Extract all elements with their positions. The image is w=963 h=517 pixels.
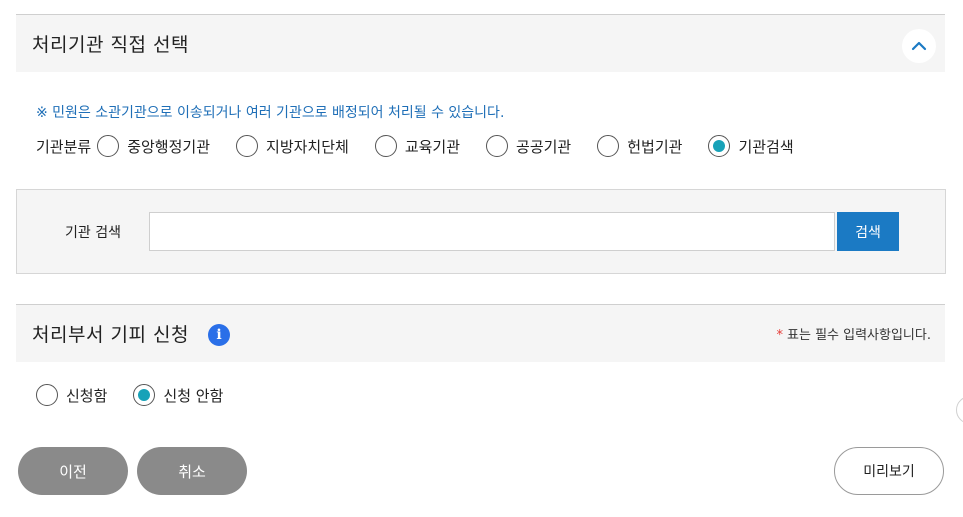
radio-dot [713,140,726,152]
radio-agency-search[interactable]: 기관검색 [708,135,794,157]
floating-circle-button[interactable] [956,396,963,424]
radio-label: 교육기관 [404,137,461,156]
section-title-agency-select: 처리기관 직접 선택 [32,34,189,56]
radio-circle[interactable] [374,135,397,157]
required-note: * 표는 필수 입력사항입니다. [777,324,931,343]
radio-not-apply[interactable]: 신청 안함 [133,384,223,406]
search-button[interactable]: 검색 [837,212,899,251]
radio-circle[interactable] [597,135,620,157]
section-title-dept-avoidance: 처리부서 기피 신청 [32,324,189,346]
required-star: * [776,328,784,343]
avoidance-radio-row: 신청함 신청 안함 [36,383,223,407]
info-icon[interactable]: i [208,324,230,346]
radio-apply[interactable]: 신청함 [36,384,107,406]
prev-button[interactable]: 이전 [18,447,128,495]
radio-label: 공공기관 [516,137,572,156]
chevron-up-icon [911,41,927,51]
agency-search-label: 기관 검색 [65,225,121,241]
radio-circle-selected[interactable] [133,384,156,406]
radio-constitutional[interactable]: 헌법기관 [597,135,682,157]
radio-circle[interactable] [36,384,58,406]
radio-circle[interactable] [236,135,259,157]
radio-local-govt[interactable]: 지방자치단체 [236,135,349,157]
radio-label: 신청 안함 [163,386,224,405]
preview-button[interactable]: 미리보기 [834,447,944,495]
radio-public-agency[interactable]: 공공기관 [486,135,571,157]
cancel-button[interactable]: 취소 [137,447,247,495]
section-header-dept-avoidance: 처리부서 기피 신청 i * 표는 필수 입력사항입니다. [16,304,945,362]
radio-label: 신청함 [66,386,108,405]
collapse-button[interactable] [902,29,936,63]
radio-central-govt[interactable]: 중앙행정기관 [97,135,210,157]
transfer-notice: ※ 민원은 소관기관으로 이송되거나 여러 기관으로 배정되어 처리될 수 있습… [36,105,505,121]
radio-circle[interactable] [486,135,509,157]
agency-search-box: 기관 검색 검색 [16,189,946,274]
radio-label: 중앙행정기관 [127,137,211,156]
agency-category-row: 기관분류 중앙행정기관 지방자치단체 교육기관 공공기관 헌법기관 기관검색 [36,134,794,158]
radio-education[interactable]: 교육기관 [374,135,461,157]
radio-dot [138,389,151,401]
radio-circle[interactable] [97,135,120,157]
section-header-agency-select: 처리기관 직접 선택 [16,14,945,72]
radio-label: 기관검색 [738,137,794,156]
required-text: 표는 필수 입력사항입니다. [787,328,931,343]
radio-label: 지방자치단체 [266,137,349,156]
agency-search-input[interactable] [149,212,835,251]
agency-category-label: 기관분류 [36,137,92,156]
radio-circle-selected[interactable] [708,135,731,157]
radio-label: 헌법기관 [627,137,683,156]
